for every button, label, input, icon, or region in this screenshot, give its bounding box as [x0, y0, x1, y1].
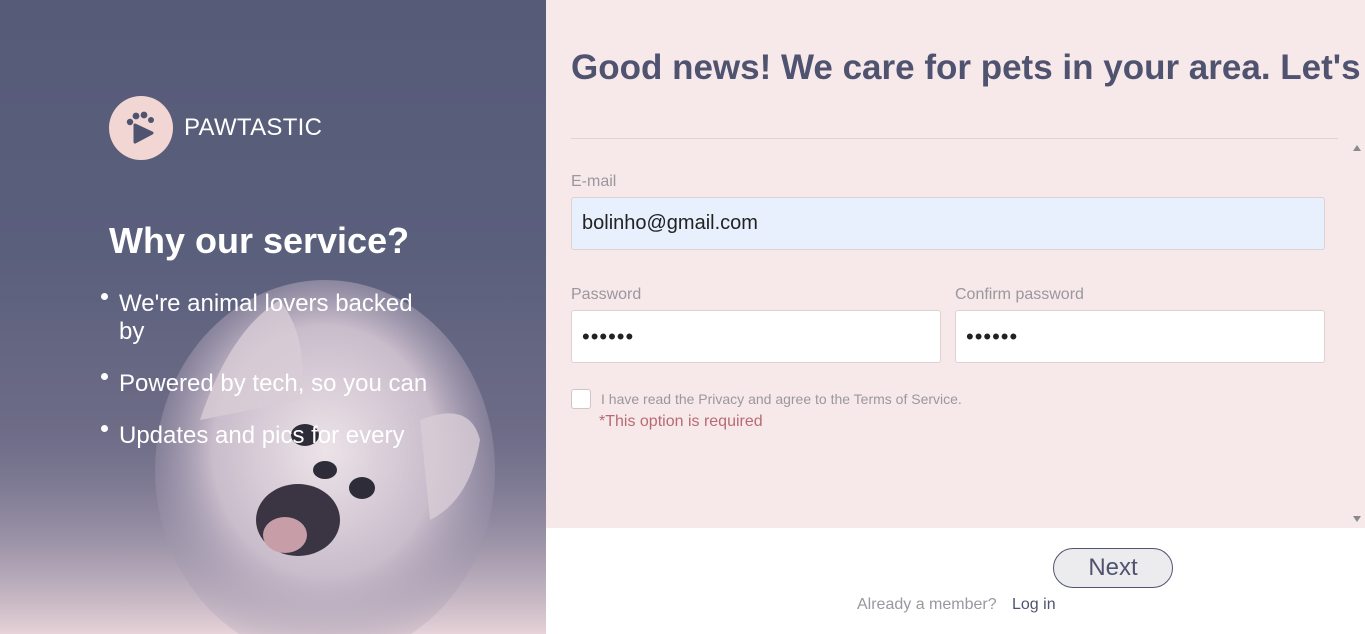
- benefit-text: Updates and pics for every: [119, 422, 405, 449]
- bullet-icon: [101, 293, 108, 300]
- bullet-icon: [101, 425, 108, 432]
- left-panel: PAWTASTIC Why our service? We're animal …: [0, 0, 546, 634]
- next-button[interactable]: Next: [1053, 548, 1173, 588]
- confirm-password-field[interactable]: [955, 310, 1325, 363]
- brand-name: PAWTASTIC: [184, 114, 323, 141]
- required-error: *This option is required: [599, 413, 763, 430]
- password-label: Password: [571, 286, 642, 303]
- email-field[interactable]: [571, 197, 1325, 250]
- benefit-text: Powered by tech, so you can: [119, 370, 428, 397]
- bullet-icon: [101, 373, 108, 380]
- benefit-item: Powered by tech, so you can: [101, 370, 431, 398]
- terms-checkbox[interactable]: [571, 389, 591, 409]
- terms-label: I have read the Privacy and agree to the…: [601, 391, 962, 407]
- benefits-heading: Why our service?: [109, 220, 410, 261]
- scroll-down-icon[interactable]: [1353, 516, 1361, 522]
- form-headline: Good news! We care for pets in your area…: [571, 48, 1361, 87]
- member-text: Already a member?: [857, 596, 997, 613]
- email-label: E-mail: [571, 173, 617, 190]
- login-link[interactable]: Log in: [1012, 596, 1056, 614]
- scroll-up-icon[interactable]: [1353, 145, 1361, 151]
- divider: [571, 138, 1338, 139]
- benefit-text: We're animal lovers backed by: [119, 290, 413, 345]
- benefit-item: Updates and pics for every: [101, 422, 431, 450]
- form-footer: Next Already a member? Log in: [546, 528, 1365, 634]
- password-field[interactable]: [571, 310, 941, 363]
- signup-form-panel: Good news! We care for pets in your area…: [546, 0, 1365, 528]
- benefit-item: We're animal lovers backed by: [101, 290, 431, 346]
- paw-play-icon: [109, 96, 173, 160]
- brand[interactable]: PAWTASTIC: [109, 96, 322, 160]
- confirm-password-label: Confirm password: [955, 286, 1084, 303]
- benefits-list: We're animal lovers backed by Powered by…: [101, 290, 431, 474]
